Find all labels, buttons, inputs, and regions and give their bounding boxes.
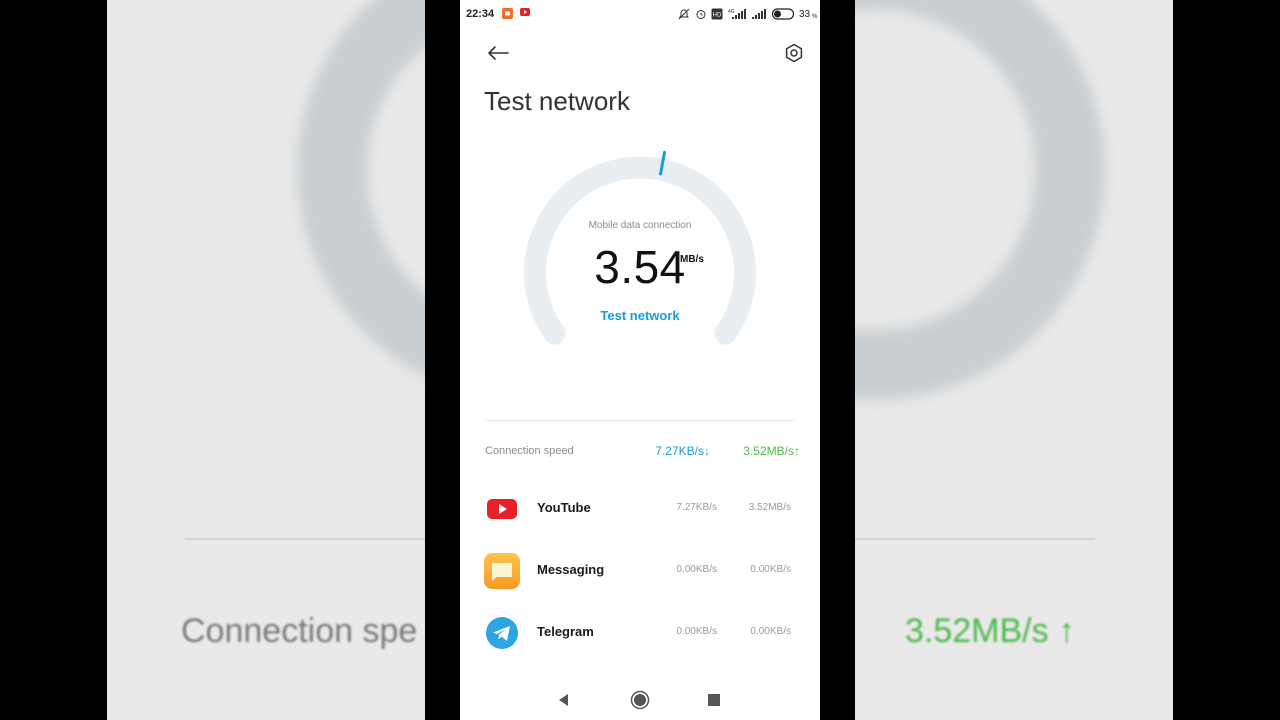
mute-icon xyxy=(678,8,690,24)
volte-icon: HD xyxy=(711,8,723,24)
recents-square-icon xyxy=(708,694,720,706)
background-right: 3.52MB/s ↑ xyxy=(855,0,1173,720)
page-title: Test network xyxy=(484,86,630,116)
gauge-connection-label: Mobile data connection xyxy=(588,220,692,231)
nav-back-button[interactable] xyxy=(550,686,578,714)
app-name: YouTube xyxy=(537,500,591,515)
app-row-youtube[interactable]: YouTube 7.27KB/s 3.52MB/s xyxy=(484,488,796,528)
app-download-speed: 0.00KB/s xyxy=(676,626,717,637)
nav-home-button[interactable] xyxy=(626,686,654,714)
app-row-messaging[interactable]: Messaging 0.00KB/s 0.00KB/s xyxy=(484,550,796,590)
battery-percent-sign: % xyxy=(812,14,818,20)
nav-recents-button[interactable] xyxy=(700,686,728,714)
back-triangle-icon xyxy=(559,694,568,706)
background-divider xyxy=(855,538,1095,540)
connection-download-speed: 7.27KB/s↓ xyxy=(655,444,710,458)
app-row-telegram[interactable]: Telegram 0.00KB/s 0.00KB/s xyxy=(484,612,796,652)
app-name: Telegram xyxy=(537,624,594,639)
youtube-notification-icon xyxy=(520,8,530,20)
alarm-icon xyxy=(695,8,707,24)
app-name: Messaging xyxy=(537,562,605,577)
background-gauge-arc xyxy=(855,0,1105,400)
svg-text:4G: 4G xyxy=(728,9,735,15)
status-time: 22:34 xyxy=(466,8,495,20)
divider xyxy=(485,420,795,421)
app-upload-speed: 0.00KB/s xyxy=(750,564,791,575)
back-button[interactable] xyxy=(484,40,512,66)
background-gauge-arc xyxy=(297,0,425,400)
home-circle-icon xyxy=(630,690,650,710)
phone-screen: 22:34 HD 4G 33 % Test network Mobile dat… xyxy=(460,0,820,720)
connection-upload-speed: 3.52MB/s↑ xyxy=(743,444,800,458)
battery-percent: 33 xyxy=(799,9,811,20)
background-connection-label: Connection spe xyxy=(181,612,418,650)
app-upload-speed: 0.00KB/s xyxy=(750,626,791,637)
battery-icon xyxy=(771,8,796,24)
background-left: Connection spe xyxy=(107,0,425,720)
screen-record-icon xyxy=(502,8,513,23)
messaging-icon xyxy=(484,553,520,589)
back-arrow-icon xyxy=(488,46,509,60)
speed-unit: MB/s xyxy=(680,254,704,265)
status-bar: 22:34 HD 4G 33 % xyxy=(460,0,820,28)
settings-button[interactable] xyxy=(780,40,808,66)
app-download-speed: 0.00KB/s xyxy=(676,564,717,575)
connection-speed-row: Connection speed 7.27KB/s↓ 3.52MB/s↑ xyxy=(485,444,800,461)
connection-speed-label: Connection speed xyxy=(485,445,574,457)
youtube-icon xyxy=(487,499,517,519)
svg-text:HD: HD xyxy=(713,13,722,19)
app-download-speed: 7.27KB/s xyxy=(676,502,717,513)
background-upload-speed: 3.52MB/s ↑ xyxy=(905,612,1076,650)
speed-value: 3.54 xyxy=(594,241,686,293)
app-upload-speed: 3.52MB/s xyxy=(748,502,791,513)
signal-icon xyxy=(752,8,768,24)
telegram-icon xyxy=(486,617,518,649)
settings-hexagon-icon xyxy=(785,43,803,63)
navigation-bar xyxy=(460,680,820,720)
signal-4g-icon: 4G xyxy=(728,8,748,24)
background-divider xyxy=(185,538,425,540)
test-network-button[interactable]: Test network xyxy=(460,308,820,323)
speed-display: 3.54 MB/s xyxy=(460,240,820,294)
